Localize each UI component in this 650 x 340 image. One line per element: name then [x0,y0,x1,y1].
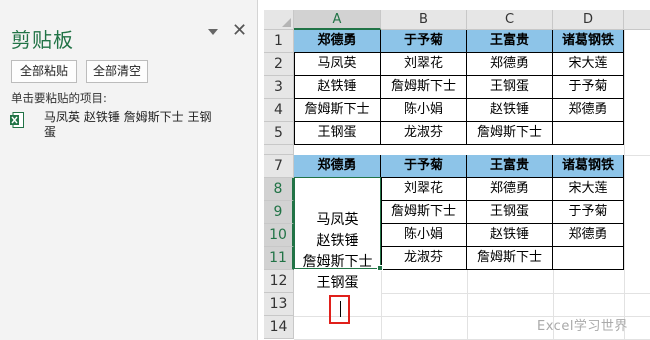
table2-cell[interactable]: 郑德勇 [467,178,553,201]
column-header-a[interactable]: A [294,10,381,30]
row-header-2[interactable]: 2 [264,53,294,76]
table1-cell[interactable]: 王钢蛋 [467,76,553,99]
table1-cell[interactable]: 于予菊 [553,76,624,99]
excel-icon [10,112,24,128]
table2-cell[interactable]: 詹姆斯下士 [467,247,553,270]
table1-header-cell[interactable]: 郑德勇 [294,30,381,53]
row-header-1[interactable]: 1 [264,30,294,53]
table1-cell[interactable]: 马凤英 [294,53,381,76]
clipboard-item[interactable]: 马凤英 赵铁锤 詹姆斯下士 王钢 蛋 [8,108,248,142]
fill-handle[interactable] [377,265,383,271]
gridline [381,293,650,294]
table2-header-cell[interactable]: 诸葛钢铁 [553,155,624,178]
row-header-7[interactable]: 7 [264,155,294,178]
select-all-corner[interactable] [264,10,294,30]
table1-cell[interactable]: 詹姆斯下士 [381,76,467,99]
table1-cell[interactable]: 陈小娟 [381,99,467,122]
close-icon[interactable]: ✕ [232,22,247,40]
row-header-8[interactable]: 8 [264,178,294,201]
table2-cell[interactable]: 龙淑芬 [381,247,467,270]
edit-cursor-highlight [329,295,350,324]
worksheet[interactable]: A B C D 1 2 3 4 5 6 7 8 9 10 11 12 13 14… [264,0,650,340]
row-header-6[interactable]: 6 [264,145,294,155]
row-header-12[interactable]: 12 [264,270,294,293]
pasted-line: 马凤英 [316,212,359,228]
table1-cell[interactable]: 詹姆斯下士 [467,122,553,145]
pasted-line: 王钢蛋 [316,275,359,291]
column-header-d[interactable]: D [553,10,624,30]
gridline [624,30,625,340]
table2-cell[interactable]: 郑德勇 [553,224,624,247]
row-header-10[interactable]: 10 [264,224,294,247]
clipboard-pane: 剪贴板 ✕ 全部粘贴 全部清空 单击要粘贴的项目: 马凤英 赵铁锤 詹姆斯下士 … [0,0,258,340]
table2-cell[interactable]: 詹姆斯下士 [381,201,467,224]
table1-cell[interactable]: 刘翠花 [381,53,467,76]
pane-options-dropdown-icon[interactable] [207,26,219,38]
clipboard-title: 剪贴板 [11,28,74,52]
clipboard-item-line1: 马凤英 赵铁锤 詹姆斯下士 王钢 [44,110,212,124]
table2-cell[interactable]: 赵铁锤 [467,224,553,247]
table2-header-cell[interactable]: 郑德勇 [294,155,381,178]
row-header-14[interactable]: 14 [264,316,294,339]
table2-cell[interactable]: 于予菊 [553,201,624,224]
table1-cell[interactable]: 宋大莲 [553,53,624,76]
clipboard-item-text: 马凤英 赵铁锤 詹姆斯下士 王钢 蛋 [44,110,234,140]
pasted-multiline-text: 马凤英 赵铁锤 詹姆斯下士 王钢蛋 [294,210,381,294]
table1-header-cell[interactable]: 于予菊 [381,30,467,53]
table2-header-cell[interactable]: 于予菊 [381,155,467,178]
table2-cell[interactable]: 宋大莲 [553,178,624,201]
watermark: Excel学习世界 [537,319,628,334]
row-header-13[interactable]: 13 [264,293,294,316]
table1-cell[interactable]: 詹姆斯下士 [294,99,381,122]
table2-cell[interactable]: 陈小娟 [381,224,467,247]
table2-cell[interactable]: 王钢蛋 [467,201,553,224]
table1-cell[interactable]: 龙淑芬 [381,122,467,145]
row-header-4[interactable]: 4 [264,99,294,122]
row-header-5[interactable]: 5 [264,122,294,145]
table2-cell[interactable]: 刘翠花 [381,178,467,201]
pasted-line: 赵铁锤 [316,233,359,249]
table2-header-cell[interactable]: 王富贵 [467,155,553,178]
table1-cell[interactable]: 郑德勇 [467,53,553,76]
clear-all-button[interactable]: 全部清空 [86,60,148,83]
table1-cell[interactable] [553,122,624,145]
column-header-e[interactable] [624,10,650,30]
table1-cell[interactable]: 郑德勇 [553,99,624,122]
row-header-3[interactable]: 3 [264,76,294,99]
text-caret [340,301,341,317]
table1-header-cell[interactable]: 诸葛钢铁 [553,30,624,53]
gridline [467,270,468,340]
gridline [381,270,382,340]
column-header-b[interactable]: B [381,10,467,30]
clipboard-item-line2: 蛋 [44,125,57,139]
paste-all-button[interactable]: 全部粘贴 [11,60,77,83]
row-header-11[interactable]: 11 [264,247,294,270]
clipboard-hint: 单击要粘贴的项目: [11,91,107,105]
row-header-9[interactable]: 9 [264,201,294,224]
table1-cell[interactable]: 赵铁锤 [294,76,381,99]
table1-header-cell[interactable]: 王富贵 [467,30,553,53]
column-header-c[interactable]: C [467,10,553,30]
pasted-line: 詹姆斯下士 [302,254,373,270]
table2-cell[interactable] [553,247,624,270]
table1-cell[interactable]: 王钢蛋 [294,122,381,145]
table1-cell[interactable]: 赵铁锤 [467,99,553,122]
